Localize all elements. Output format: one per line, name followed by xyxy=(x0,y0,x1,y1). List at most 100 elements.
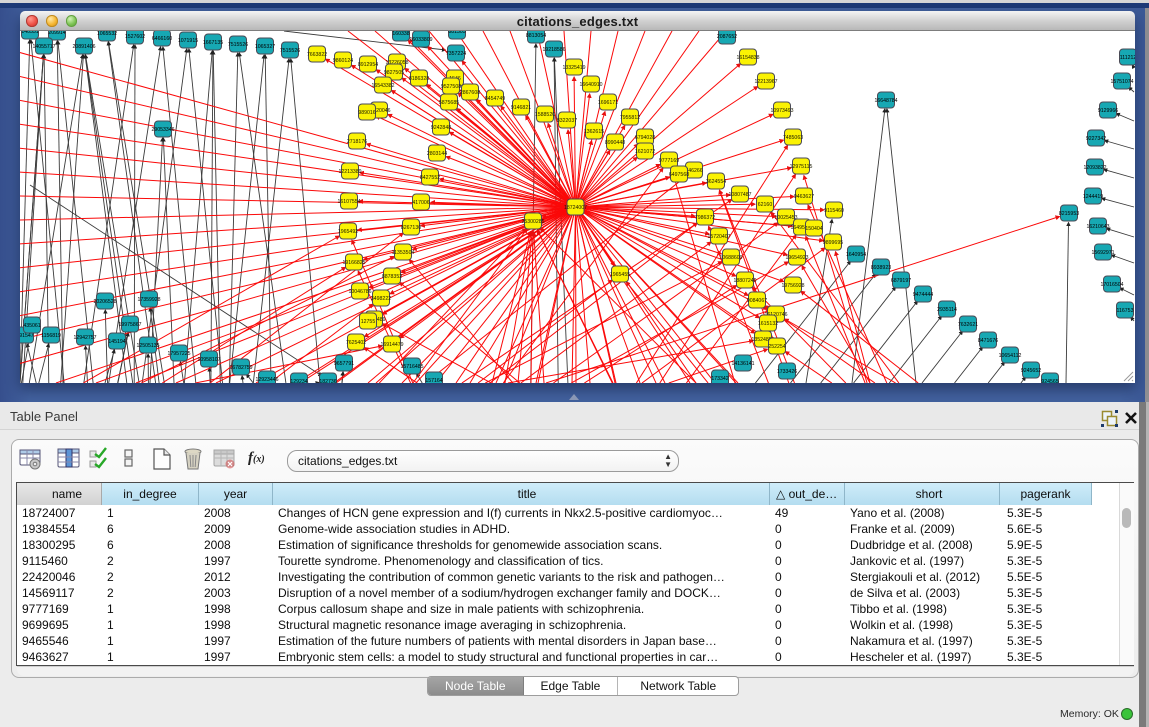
svg-text:10046786: 10046786 xyxy=(348,289,371,295)
svg-text:881305: 881305 xyxy=(448,31,465,35)
svg-text:8186328: 8186328 xyxy=(409,76,429,82)
svg-text:12942757: 12942757 xyxy=(73,335,96,341)
svg-text:12975115: 12975115 xyxy=(790,164,813,170)
svg-text:12213389: 12213389 xyxy=(338,169,361,175)
svg-text:9146821: 9146821 xyxy=(511,105,531,111)
svg-text:12505135: 12505135 xyxy=(136,343,159,349)
svg-text:6497568: 6497568 xyxy=(669,172,689,178)
svg-text:15751074: 15751074 xyxy=(1110,79,1133,85)
svg-text:1965492: 1965492 xyxy=(338,229,358,235)
svg-text:29053346: 29053346 xyxy=(151,127,174,133)
svg-text:6466160: 6466160 xyxy=(152,36,172,42)
svg-text:9245652: 9245652 xyxy=(1021,368,1041,374)
svg-text:8990448: 8990448 xyxy=(605,140,625,146)
svg-text:16107554: 16107554 xyxy=(337,199,360,205)
svg-text:145194: 145194 xyxy=(108,339,125,345)
svg-text:17957225: 17957225 xyxy=(167,351,190,357)
svg-text:19218586: 19218586 xyxy=(542,47,565,53)
svg-text:8878352: 8878352 xyxy=(382,274,402,280)
svg-text:160338: 160338 xyxy=(392,31,409,37)
svg-text:16210643: 16210643 xyxy=(1086,224,1109,230)
svg-text:8938923: 8938923 xyxy=(871,265,891,271)
svg-text:1527602: 1527602 xyxy=(125,34,145,40)
svg-text:9777169: 9777169 xyxy=(659,158,679,164)
svg-text:8322037: 8322037 xyxy=(557,118,577,124)
svg-text:16648784: 16648784 xyxy=(874,98,897,104)
svg-text:173342: 173342 xyxy=(711,376,728,382)
svg-text:6879197: 6879197 xyxy=(891,278,911,284)
svg-text:9860124: 9860124 xyxy=(333,58,353,64)
svg-text:209914: 209914 xyxy=(48,31,65,36)
svg-text:7625402: 7625402 xyxy=(346,340,366,346)
svg-text:9657791: 9657791 xyxy=(334,361,354,367)
svg-text:8454749: 8454749 xyxy=(485,96,505,102)
svg-text:16640910: 16640910 xyxy=(579,82,602,88)
svg-text:140551: 140551 xyxy=(21,31,38,35)
svg-text:62160: 62160 xyxy=(758,202,773,208)
svg-text:2935114: 2935114 xyxy=(937,307,957,313)
svg-text:1733426: 1733426 xyxy=(777,369,797,375)
svg-text:12755: 12755 xyxy=(361,319,376,325)
svg-text:18807249: 18807249 xyxy=(733,278,756,284)
svg-text:8215953: 8215953 xyxy=(1059,211,1079,217)
svg-text:1965455: 1965455 xyxy=(610,272,630,278)
svg-text:7663822: 7663822 xyxy=(307,52,327,58)
svg-text:20891406: 20891406 xyxy=(72,44,95,50)
svg-text:129234: 129234 xyxy=(290,379,307,383)
svg-text:16782759: 16782759 xyxy=(229,365,252,371)
svg-text:10654112: 10654112 xyxy=(999,353,1022,359)
svg-text:1667135: 1667135 xyxy=(203,40,223,46)
svg-text:1696171: 1696171 xyxy=(598,100,618,106)
svg-text:7485063: 7485063 xyxy=(783,135,803,141)
svg-text:2087652: 2087652 xyxy=(717,34,737,40)
svg-text:9474444: 9474444 xyxy=(913,292,933,298)
svg-text:11353504: 11353504 xyxy=(392,250,415,256)
svg-text:5875685: 5875685 xyxy=(439,100,459,106)
svg-text:7515526: 7515526 xyxy=(280,48,300,54)
svg-text:7357224: 7357224 xyxy=(446,51,466,57)
svg-text:9227342: 9227342 xyxy=(1086,136,1106,142)
svg-text:111212: 111212 xyxy=(1120,55,1135,61)
svg-text:18724007: 18724007 xyxy=(564,205,587,211)
svg-text:8471676: 8471676 xyxy=(978,338,998,344)
svg-text:435061: 435061 xyxy=(23,323,40,329)
svg-text:9084067: 9084067 xyxy=(747,298,767,304)
svg-text:116753: 116753 xyxy=(1117,308,1134,314)
svg-text:19654923: 19654923 xyxy=(785,255,808,261)
svg-text:25300285: 25300285 xyxy=(521,219,544,225)
svg-text:20206528: 20206528 xyxy=(93,299,116,305)
svg-text:15720407: 15720407 xyxy=(707,234,730,240)
svg-text:3624554: 3624554 xyxy=(706,179,726,185)
svg-text:12923446: 12923446 xyxy=(255,377,278,383)
svg-text:1640954: 1640954 xyxy=(846,252,866,258)
svg-text:7632621: 7632621 xyxy=(958,322,978,328)
svg-text:252254: 252254 xyxy=(768,344,785,350)
svg-text:19756928: 19756928 xyxy=(781,283,804,289)
svg-text:12093822: 12093822 xyxy=(1083,165,1106,171)
svg-text:1065327: 1065327 xyxy=(255,44,275,50)
svg-text:15692971: 15692971 xyxy=(1091,250,1114,256)
svg-text:182736: 182736 xyxy=(319,379,336,383)
svg-text:7986372: 7986372 xyxy=(695,215,715,221)
svg-text:1071915: 1071915 xyxy=(178,38,198,44)
svg-text:7955812: 7955812 xyxy=(620,115,640,121)
svg-text:391547: 391547 xyxy=(20,333,34,339)
svg-text:19975867: 19975867 xyxy=(118,322,141,328)
svg-text:2718176: 2718176 xyxy=(347,139,367,145)
svg-text:1588520: 1588520 xyxy=(535,112,555,118)
svg-text:9242848: 9242848 xyxy=(431,125,451,131)
svg-text:2803144: 2803144 xyxy=(427,151,447,157)
svg-text:2867608: 2867608 xyxy=(460,90,480,96)
svg-text:13325419: 13325419 xyxy=(562,65,585,71)
svg-text:1615132: 1615132 xyxy=(758,321,778,327)
svg-text:17359928: 17359928 xyxy=(137,297,160,303)
svg-text:15716485: 15716485 xyxy=(400,364,423,370)
svg-text:12213967: 12213967 xyxy=(754,79,777,85)
svg-text:150404: 150404 xyxy=(805,226,822,232)
svg-text:9527508: 9527508 xyxy=(441,84,461,90)
svg-text:9115460: 9115460 xyxy=(824,208,844,214)
svg-text:157164: 157164 xyxy=(425,378,442,383)
svg-text:9129966: 9129966 xyxy=(1098,108,1118,114)
svg-text:10807487: 10807487 xyxy=(728,192,751,198)
svg-text:989016: 989016 xyxy=(358,110,375,116)
